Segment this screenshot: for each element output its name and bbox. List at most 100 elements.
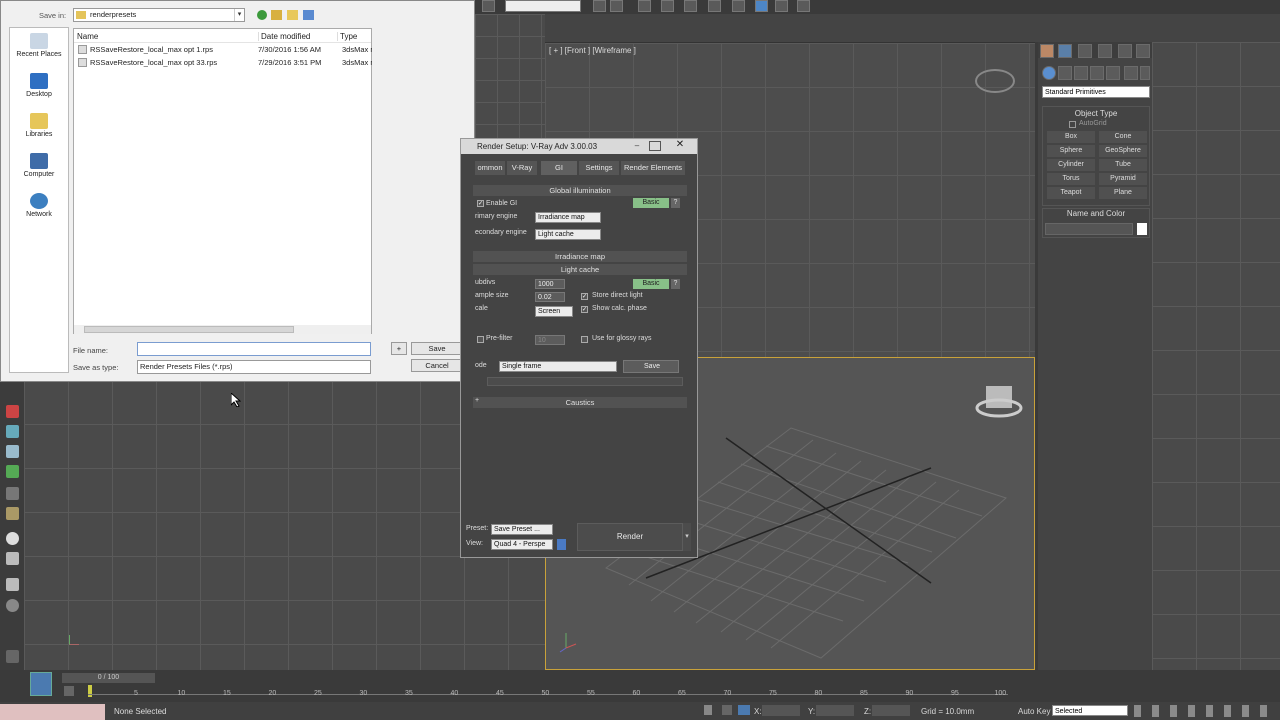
back-icon[interactable] [257, 10, 267, 20]
cylinder-button[interactable]: Cylinder [1047, 159, 1095, 171]
auto-key-button[interactable]: Auto Key [1018, 707, 1050, 716]
new-folder-icon[interactable] [287, 10, 298, 20]
sample-size-input[interactable]: 0.02 [535, 292, 565, 302]
box-button[interactable]: Box [1047, 131, 1095, 143]
preset-dropdown[interactable]: Save Preset ... [491, 524, 553, 535]
y-coordinate-input[interactable] [816, 705, 854, 716]
systems-icon[interactable] [1140, 66, 1150, 80]
column-date[interactable]: Date modified [258, 32, 310, 41]
align-icon[interactable] [610, 0, 623, 12]
tool-icon[interactable] [6, 445, 19, 458]
tool-icon[interactable] [6, 465, 19, 478]
isolate-icon[interactable] [722, 705, 732, 715]
scale-dropdown[interactable]: Screen [535, 306, 573, 317]
gi-basic-button[interactable]: Basic [633, 198, 669, 208]
create-tab-icon[interactable] [1040, 44, 1054, 58]
layer-icon[interactable] [638, 0, 651, 12]
render-options-icon[interactable]: ▾ [683, 523, 691, 551]
sidebar-computer[interactable]: Computer [11, 153, 67, 178]
graph-icon[interactable] [661, 0, 674, 12]
motion-tab-icon[interactable] [1098, 44, 1112, 58]
cameras-icon[interactable] [1090, 66, 1104, 80]
lock-icon[interactable] [704, 705, 712, 715]
key-filter-dropdown[interactable]: Selected [1052, 705, 1128, 716]
sidebar-recent-places[interactable]: Recent Places [11, 33, 67, 58]
object-name-input[interactable] [1045, 223, 1133, 235]
caustics-rollout-header[interactable]: Caustics [473, 397, 687, 408]
lc-basic-button[interactable]: Basic [633, 279, 669, 289]
render-setup-title[interactable]: Render Setup: V-Ray Adv 3.00.03 [461, 139, 697, 154]
render-button[interactable]: Render [577, 523, 683, 551]
sidebar-desktop[interactable]: Desktop [11, 73, 67, 98]
gi-help-button[interactable]: ? [671, 198, 680, 208]
mode-save-button[interactable]: Save [623, 360, 679, 373]
toolbar-icon[interactable] [482, 0, 495, 12]
tab-render-elements[interactable]: Render Elements [621, 161, 685, 175]
spacewarps-icon[interactable] [1124, 66, 1138, 80]
show-calc-phase-checkbox[interactable]: ✓ [581, 306, 588, 313]
file-path-field[interactable] [487, 377, 683, 386]
help-icon[interactable] [6, 599, 19, 612]
teapot-button[interactable]: Teapot [1047, 187, 1095, 199]
file-row[interactable]: RSSaveRestore_local_max opt 1.rps 7/30/2… [78, 45, 372, 57]
playback-controls[interactable] [1134, 705, 1278, 717]
maximize-icon[interactable] [649, 141, 661, 151]
gi-rollout-header[interactable]: Global illumination [473, 185, 687, 196]
modify-tab-icon[interactable] [1058, 44, 1072, 58]
tab-common[interactable]: ommon [475, 161, 505, 175]
caustics-expand-icon[interactable]: + [475, 397, 479, 404]
helpers-icon[interactable] [1106, 66, 1120, 80]
save-button[interactable]: Save [411, 342, 463, 355]
x-coordinate-input[interactable] [762, 705, 800, 716]
column-type[interactable]: Type [337, 32, 357, 41]
expand-icon[interactable] [6, 650, 19, 663]
shapes-icon[interactable] [1058, 66, 1072, 80]
sphere-button[interactable]: Sphere [1047, 145, 1095, 157]
minimize-icon[interactable]: ‒ [631, 141, 643, 151]
mirror-icon[interactable] [593, 0, 606, 12]
time-slider[interactable]: 0 / 100 [62, 673, 155, 683]
time-marker[interactable] [88, 685, 92, 697]
geometry-icon[interactable] [1042, 66, 1056, 80]
material-icon[interactable] [708, 0, 721, 12]
hierarchy-tab-icon[interactable] [1078, 44, 1092, 58]
tool-icon[interactable] [6, 487, 19, 500]
tool-icon[interactable] [6, 405, 19, 418]
add-button[interactable]: + [391, 342, 407, 355]
lock-view-icon[interactable] [557, 539, 566, 550]
view-menu-icon[interactable] [303, 10, 314, 20]
store-direct-light-checkbox[interactable]: ✓ [581, 293, 588, 300]
save-in-dropdown[interactable]: renderpresets [73, 8, 245, 22]
primary-engine-dropdown[interactable]: Irradiance map [535, 212, 601, 223]
file-row[interactable]: RSSaveRestore_local_max opt 33.rps 7/29/… [78, 58, 372, 70]
subdivs-input[interactable]: 1000 [535, 279, 565, 289]
column-name[interactable]: Name [77, 32, 98, 41]
object-color-swatch[interactable] [1137, 223, 1147, 235]
viewcube-icon[interactable] [975, 69, 1015, 93]
render-setup-icon[interactable] [755, 0, 768, 12]
irradiance-rollout-header[interactable]: Irradiance map [473, 251, 687, 262]
transform-mode-icon[interactable] [738, 705, 750, 715]
plane-button[interactable]: Plane [1099, 187, 1147, 199]
tool-icon[interactable] [6, 532, 19, 545]
lights-icon[interactable] [1074, 66, 1088, 80]
chevron-down-icon[interactable]: ▾ [234, 9, 244, 21]
lc-help-button[interactable]: ? [671, 279, 680, 289]
close-icon[interactable]: ✕ [673, 139, 687, 152]
cancel-button[interactable]: Cancel [411, 359, 463, 372]
scrollbar-thumb[interactable] [84, 326, 294, 333]
cone-button[interactable]: Cone [1099, 131, 1147, 143]
enable-gi-checkbox[interactable]: ✓ [477, 200, 484, 207]
autogrid-checkbox[interactable] [1069, 121, 1076, 128]
tool-icon[interactable] [6, 507, 19, 520]
tube-button[interactable]: Tube [1099, 159, 1147, 171]
object-type-header[interactable]: Object Type [1043, 109, 1149, 118]
horizontal-scrollbar[interactable] [74, 325, 371, 334]
prefilter-checkbox[interactable] [477, 336, 484, 343]
render-teapot-icon[interactable] [797, 0, 810, 12]
track-bar-icon[interactable] [64, 686, 74, 696]
tool-icon[interactable] [6, 552, 19, 565]
secondary-engine-dropdown[interactable]: Light cache [535, 229, 601, 240]
name-color-header[interactable]: Name and Color [1043, 209, 1149, 218]
pyramid-button[interactable]: Pyramid [1099, 173, 1147, 185]
